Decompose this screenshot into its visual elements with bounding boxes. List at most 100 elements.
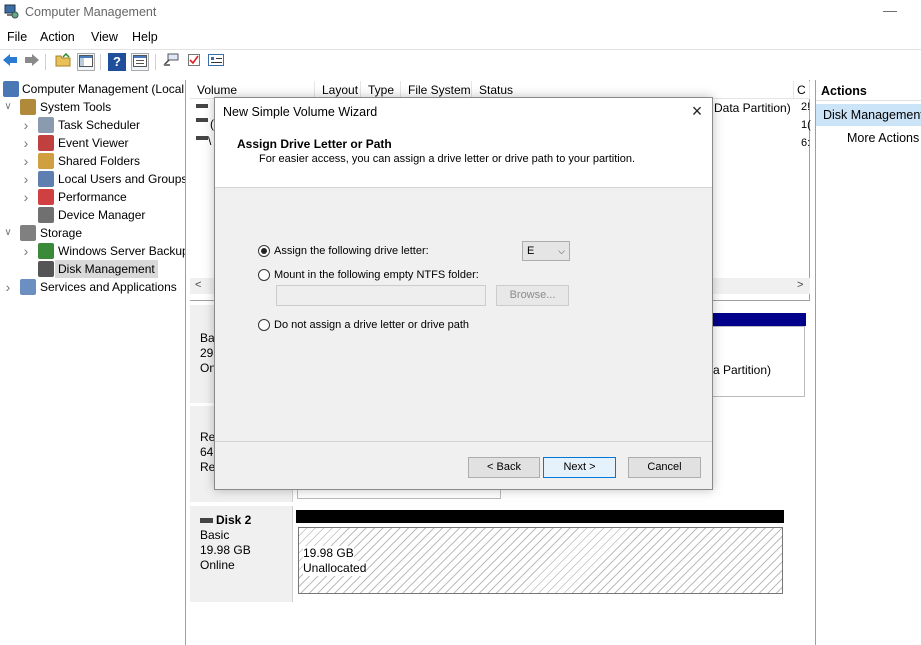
minimize-button[interactable]: — xyxy=(880,3,900,20)
forward-arrow-icon[interactable] xyxy=(23,53,41,71)
tree-root-label: Computer Management (Local xyxy=(22,82,185,96)
tree-item-label: Local Users and Groups xyxy=(58,172,186,186)
chevron-right-icon[interactable]: › xyxy=(21,152,31,170)
tree-item-storage[interactable]: ∨ Storage xyxy=(0,224,185,242)
actions-pane xyxy=(815,80,921,645)
partition-header-bar xyxy=(712,313,806,326)
no-letter-radio[interactable] xyxy=(258,319,270,331)
computer-management-icon xyxy=(3,81,19,97)
volume-status-fragment: Data Partition) xyxy=(714,101,791,115)
chevron-right-icon[interactable]: › xyxy=(21,188,31,206)
chevron-down-icon[interactable]: ∨ xyxy=(3,224,13,242)
assign-letter-label[interactable]: Assign the following drive letter: xyxy=(274,245,429,257)
tree-item-local-users-and-groups[interactable]: › Local Users and Groups xyxy=(0,170,186,188)
scroll-left-icon[interactable]: < xyxy=(195,279,201,291)
console-tree-icon[interactable] xyxy=(77,53,95,71)
dialog-subheading: For easier access, you can assign a driv… xyxy=(259,153,636,165)
actions-header: Actions xyxy=(816,81,921,101)
tree-item-label: Disk Management xyxy=(55,260,158,278)
browse-button[interactable]: Browse... xyxy=(496,285,569,306)
more-actions-link[interactable]: More Actions xyxy=(847,131,919,145)
app-icon xyxy=(4,4,19,19)
tree-item-device-manager[interactable]: Device Manager xyxy=(0,206,185,224)
unallocated-header-bar xyxy=(296,510,784,523)
volume-icon xyxy=(196,136,208,140)
navigation-tree: Computer Management (Local ∨ System Tools… xyxy=(0,80,186,645)
tree-node-icon xyxy=(38,135,54,151)
disk2-status: Online xyxy=(200,558,235,572)
disk2-type: Basic xyxy=(200,528,230,542)
tree-node-icon xyxy=(20,279,36,295)
assign-letter-radio[interactable] xyxy=(258,245,270,257)
properties-icon[interactable] xyxy=(207,53,225,71)
tree-item-shared-folders[interactable]: › Shared Folders xyxy=(0,152,185,170)
chevron-right-icon[interactable]: › xyxy=(3,278,13,296)
back-button[interactable]: < Back xyxy=(468,457,540,478)
unallocated-size: 19.98 GB xyxy=(303,546,354,561)
chevron-right-icon[interactable]: › xyxy=(21,170,31,188)
volume-capacity-fragment: 2! xyxy=(801,101,811,113)
tree-item-task-scheduler[interactable]: › Task Scheduler xyxy=(0,116,185,134)
ntfs-folder-path-input[interactable] xyxy=(276,285,486,306)
connect-icon[interactable] xyxy=(162,53,180,71)
actions-disk-management[interactable]: Disk Management xyxy=(816,104,921,126)
tree-item-performance[interactable]: › Performance xyxy=(0,188,185,206)
toolbar-separator xyxy=(45,54,46,70)
mount-folder-label[interactable]: Mount in the following empty NTFS folder… xyxy=(274,269,479,281)
close-icon[interactable]: × xyxy=(688,102,706,120)
menu-help[interactable]: Help xyxy=(132,30,158,44)
unallocated-space[interactable]: 19.98 GB Unallocated xyxy=(298,527,783,594)
partition-block[interactable]: a Partition) xyxy=(712,326,805,397)
toolbar-separator xyxy=(100,54,101,70)
mount-folder-radio[interactable] xyxy=(258,269,270,281)
help-icon[interactable]: ? xyxy=(108,53,126,71)
dialog-heading: Assign Drive Letter or Path xyxy=(237,137,392,151)
tree-item-label: Storage xyxy=(40,226,83,240)
view-icon[interactable] xyxy=(131,53,149,71)
tree-item-disk-management[interactable]: Disk Management xyxy=(0,260,185,278)
tree-node-icon xyxy=(38,261,54,277)
menu-file[interactable]: File xyxy=(7,30,27,44)
tree-item-label: Performance xyxy=(58,190,127,204)
dialog-body xyxy=(215,187,712,442)
title-bar: Computer Management — xyxy=(0,0,921,25)
chevron-right-icon[interactable]: › xyxy=(21,134,31,152)
tree-node-icon xyxy=(20,225,36,241)
next-button[interactable]: Next > xyxy=(543,457,616,478)
no-letter-label[interactable]: Do not assign a drive letter or drive pa… xyxy=(274,319,469,331)
disk2-label[interactable]: Disk 2 Basic 19.98 GB Online xyxy=(190,506,293,602)
volume-icon xyxy=(196,104,208,108)
disk2-name: Disk 2 xyxy=(216,513,252,527)
column-capacity[interactable]: C xyxy=(794,81,810,99)
tree-item-windows-server-backup[interactable]: › Windows Server Backup xyxy=(0,242,185,260)
scroll-right-icon[interactable]: > xyxy=(797,279,803,291)
tree-node-icon xyxy=(38,153,54,169)
disk2-size: 19.98 GB xyxy=(200,543,251,557)
tree-node-icon xyxy=(38,171,54,187)
drive-letter-select[interactable]: E ⌵ xyxy=(522,241,570,261)
window-title: Computer Management xyxy=(25,5,157,19)
volume-capacity-fragment: 6: xyxy=(801,137,811,149)
up-folder-icon[interactable] xyxy=(54,52,72,71)
menu-action[interactable]: Action xyxy=(40,30,75,44)
tree-item-label: Task Scheduler xyxy=(58,118,141,132)
chevron-right-icon[interactable]: › xyxy=(21,242,31,260)
chevron-right-icon[interactable]: › xyxy=(21,116,31,134)
tree-item-label: Event Viewer xyxy=(58,136,129,150)
tree-item-system-tools[interactable]: ∨ System Tools xyxy=(0,98,185,116)
cancel-button[interactable]: Cancel xyxy=(628,457,701,478)
tree-node-icon xyxy=(38,243,54,259)
tree-root[interactable]: Computer Management (Local xyxy=(0,80,185,98)
checklist-icon[interactable] xyxy=(185,53,203,71)
back-arrow-icon[interactable] xyxy=(1,53,19,71)
tree-node-icon xyxy=(38,189,54,205)
volume-icon xyxy=(196,118,208,122)
menu-view[interactable]: View xyxy=(91,30,118,44)
tree-item-services-and-applications[interactable]: › Services and Applications xyxy=(0,278,185,296)
tree-item-label: Services and Applications xyxy=(40,280,177,294)
unallocated-label: Unallocated xyxy=(303,561,367,576)
tree-item-label: Device Manager xyxy=(58,208,146,222)
tree-item-event-viewer[interactable]: › Event Viewer xyxy=(0,134,185,152)
chevron-down-icon[interactable]: ∨ xyxy=(3,98,13,116)
volume-capacity-fragment: 1( xyxy=(801,119,811,131)
